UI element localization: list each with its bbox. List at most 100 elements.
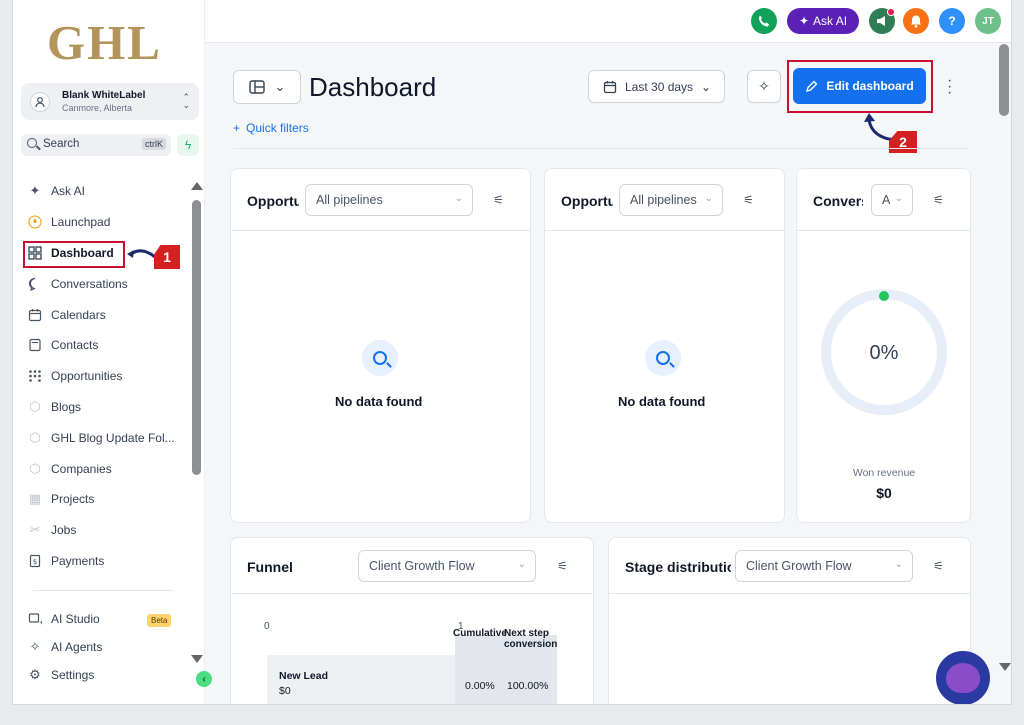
sidebar-item-label: Contacts (51, 338, 99, 353)
search-icon (645, 340, 681, 376)
sidebar-item-label: GHL Blog Update Fol... (51, 430, 175, 445)
sidebar-item-jobs[interactable]: ✂ Jobs (21, 515, 193, 546)
chevron-down-icon: ⌄ (704, 193, 713, 204)
help-button[interactable]: ? (939, 8, 965, 34)
sidebar-item-label: Opportunities (51, 369, 123, 384)
funnel-card: Funnel Client Growth Flow ⌄ ⚟ 0 1 Cumula… (230, 537, 594, 704)
opportunities-icon (27, 368, 43, 384)
pipeline-select-value: All pipelines (316, 193, 383, 207)
ask-ai-button[interactable]: ✦ Ask AI (787, 8, 859, 34)
pipeline-select[interactable]: All pipelines ⌄ (619, 184, 723, 216)
search-icon (27, 138, 37, 148)
account-name: Blank WhiteLabel (62, 90, 146, 101)
sidebar-item-contacts[interactable]: Contacts (21, 330, 193, 361)
scroll-up-arrow[interactable] (191, 182, 203, 190)
beta-badge: Beta (147, 614, 172, 627)
quick-action-bolt-icon[interactable]: ϟ (177, 134, 199, 156)
funnel-row-value: $0 (279, 685, 291, 697)
sparkle-icon: ✦ (29, 183, 41, 199)
magic-wand-button[interactable]: ✧ (747, 70, 781, 103)
empty-state-text: No data found (335, 394, 423, 409)
gear-icon: ⚙ (29, 667, 41, 682)
sidebar-item-blogs[interactable]: ⬡ Blogs (21, 392, 193, 423)
watermark-logo (936, 651, 990, 704)
sidebar-scrollbar[interactable] (192, 200, 201, 475)
main-scrollbar[interactable] (999, 44, 1009, 116)
pencil-icon (806, 80, 818, 92)
date-range-picker[interactable]: Last 30 days ⌄ (588, 70, 725, 103)
sidebar-item-label: Blogs (51, 399, 82, 414)
filter-settings-icon[interactable]: ⚟ (557, 559, 568, 573)
sidebar: GHL Blank WhiteLabel Canmore, Alberta ⌃ ⌄… (13, 0, 205, 704)
phone-icon[interactable] (751, 8, 777, 34)
chevron-down-icon: ⌄ (274, 79, 286, 94)
funnel-axis-start: 0 (264, 621, 270, 632)
filter-settings-icon[interactable]: ⚟ (933, 559, 944, 573)
search-button[interactable]: Search ctrlK (21, 134, 171, 156)
search-icon (362, 340, 398, 376)
pipeline-select[interactable]: Client Growth Flow ⌄ (358, 550, 536, 582)
collapse-sidebar-chevron-icon[interactable]: ‹ (196, 671, 212, 687)
annotation-highlight-dashboard (23, 241, 125, 268)
ask-ai-label: Ask AI (813, 14, 848, 28)
box-icon: ⬡ (29, 460, 41, 476)
sidebar-item-projects[interactable]: ▦ Projects (21, 484, 193, 515)
date-range-label: Last 30 days (625, 79, 694, 94)
quick-filters-link[interactable]: + Quick filters (233, 121, 309, 135)
sidebar-item-companies[interactable]: ⬡ Companies (21, 453, 193, 484)
user-avatar[interactable]: JT (975, 8, 1001, 34)
bell-icon[interactable] (903, 8, 929, 34)
pipeline-select[interactable]: Client Growth Flow ⌄ (735, 550, 913, 582)
pipeline-select-value: Client Growth Flow (369, 559, 475, 573)
chevron-down-icon: ⌄ (454, 193, 463, 204)
next-step-header: Next step conversion (504, 628, 558, 650)
card-title: Opportunities (561, 193, 613, 209)
funnel-row-name: New Lead (279, 670, 329, 682)
card-header: Funnel Client Growth Flow ⌄ ⚟ (231, 538, 593, 594)
sidebar-item-ask-ai[interactable]: ✦ Ask AI (21, 176, 193, 207)
progress-indicator-dot (879, 291, 889, 301)
chevron-down-icon: ⌄ (894, 193, 903, 204)
card-title: Conversion (813, 193, 863, 209)
sidebar-item-ai-agents[interactable]: ✧ AI Agents (21, 633, 193, 661)
sidebar-item-label: Conversations (51, 276, 128, 291)
scroll-down-arrow[interactable] (999, 663, 1011, 671)
card-title: Opportunities (247, 193, 299, 209)
pipeline-select[interactable]: All pipelines ⌄ (305, 184, 473, 216)
sidebar-item-calendars[interactable]: Calendars (21, 299, 193, 330)
sidebar-item-settings[interactable]: ⚙ Settings (21, 661, 193, 689)
layout-switcher-button[interactable]: ⌄ (233, 70, 301, 104)
sidebar-item-label: Calendars (51, 307, 106, 322)
card-header: Conversion A ⌄ ⚟ (797, 169, 970, 231)
filter-settings-icon[interactable]: ⚟ (743, 193, 754, 207)
card-title: Stage distribution (625, 559, 731, 575)
magic-wand-icon: ✧ (758, 78, 770, 94)
sidebar-item-opportunities[interactable]: Opportunities (21, 361, 193, 392)
top-bar: ✦ Ask AI ? JT (205, 0, 1011, 43)
sidebar-divider (33, 590, 173, 591)
box-icon: ⬡ (29, 429, 41, 445)
rocket-icon (27, 214, 43, 230)
empty-state-text: No data found (618, 394, 706, 409)
filter-settings-icon[interactable]: ⚟ (493, 193, 504, 207)
pipeline-select-value: A (882, 193, 891, 207)
sidebar-item-conversations[interactable]: Conversations (21, 268, 193, 299)
pipeline-select[interactable]: A ⌄ (871, 184, 913, 216)
sidebar-item-launchpad[interactable]: Launchpad (21, 207, 193, 238)
filter-settings-icon[interactable]: ⚟ (933, 193, 944, 207)
sidebar-item-label: Projects (51, 492, 95, 507)
pipeline-select-value: All pipelines (630, 193, 697, 207)
megaphone-icon[interactable] (869, 8, 895, 34)
sidebar-item-label: Settings (51, 668, 95, 682)
projects-icon: ▦ (28, 491, 42, 507)
more-options-icon[interactable]: · · · (947, 73, 952, 101)
card-title: Funnel (247, 559, 293, 575)
logo: GHL (47, 15, 162, 70)
chevron-down-icon: ⌄ (517, 559, 526, 570)
account-switcher[interactable]: Blank WhiteLabel Canmore, Alberta ⌃ ⌄ (21, 83, 199, 120)
sidebar-item-label: Launchpad (51, 215, 111, 230)
edit-dashboard-button[interactable]: Edit dashboard (793, 68, 926, 104)
sidebar-item-payments[interactable]: $ Payments (21, 546, 193, 577)
header-divider (233, 148, 968, 149)
sidebar-item-ghl-blog-update[interactable]: ⬡ GHL Blog Update Fol... (21, 422, 193, 453)
